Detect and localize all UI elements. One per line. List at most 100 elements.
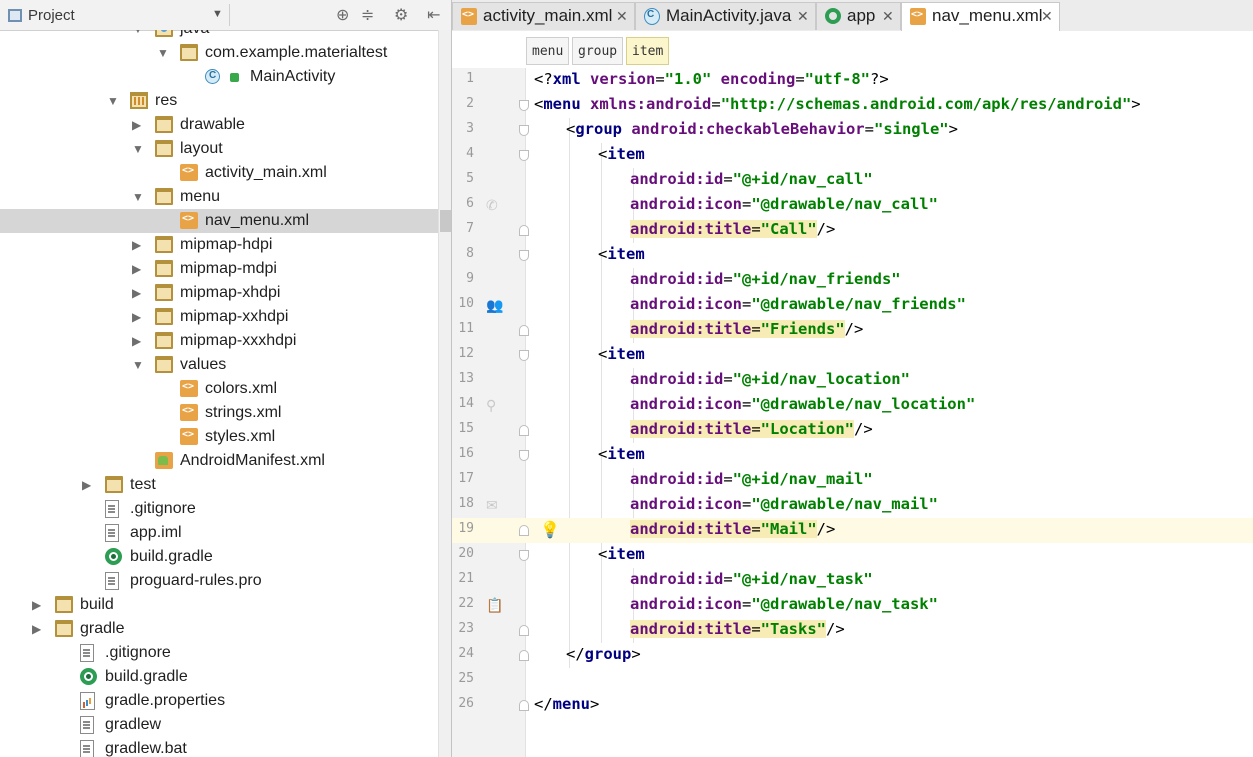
collapse-all-icon[interactable]: ≑: [361, 5, 374, 25]
chevron-right-icon[interactable]: ▶: [32, 622, 41, 636]
tree-item[interactable]: .gitignore: [0, 641, 438, 665]
tree-item[interactable]: strings.xml: [0, 401, 438, 425]
code-line[interactable]: 16 <item: [452, 443, 1253, 468]
tree-item[interactable]: ▶ mipmap-hdpi: [0, 233, 438, 257]
fold-marker-icon[interactable]: [519, 525, 529, 536]
lightbulb-icon[interactable]: 💡: [540, 520, 560, 540]
chevron-right-icon[interactable]: ▶: [132, 334, 141, 348]
fold-marker-icon[interactable]: [519, 250, 529, 261]
code-area[interactable]: 1 <?xml version="1.0" encoding="utf-8"?> 2…: [452, 68, 1253, 757]
code-line[interactable]: 23 android:title="Tasks"/>: [452, 618, 1253, 643]
tree-item[interactable]: colors.xml: [0, 377, 438, 401]
scrollbar-thumb[interactable]: [440, 210, 451, 232]
project-view-selector[interactable]: Project: [8, 5, 228, 25]
fold-marker-icon[interactable]: [519, 625, 529, 636]
code-line[interactable]: 20 <item: [452, 543, 1253, 568]
chevron-down-icon[interactable]: ▼: [157, 46, 169, 60]
hide-panel-icon[interactable]: ⇤: [427, 5, 440, 25]
fold-marker-icon[interactable]: [519, 550, 529, 561]
tree-item[interactable]: ▼ values: [0, 353, 438, 377]
tree-item[interactable]: ▼ java: [0, 30, 438, 41]
tree-item[interactable]: ▶ mipmap-xhdpi: [0, 281, 438, 305]
tab-mainactivity-java[interactable]: MainActivity.java ✕: [635, 2, 816, 30]
tree-item[interactable]: styles.xml: [0, 425, 438, 449]
tree-item[interactable]: AndroidManifest.xml: [0, 449, 438, 473]
code-line[interactable]: 17 android:id="@+id/nav_mail": [452, 468, 1253, 493]
chevron-down-icon[interactable]: ▼: [132, 30, 144, 36]
chevron-down-icon[interactable]: ▼: [212, 8, 223, 20]
code-line[interactable]: 7 android:title="Call"/>: [452, 218, 1253, 243]
close-icon[interactable]: ✕: [616, 8, 628, 25]
gear-icon[interactable]: ⚙: [394, 5, 408, 25]
code-line[interactable]: 13 android:id="@+id/nav_location": [452, 368, 1253, 393]
tree-item[interactable]: nav_menu.xml: [0, 209, 438, 233]
code-line[interactable]: 6 ✆ android:icon="@drawable/nav_call": [452, 193, 1253, 218]
fold-marker-icon[interactable]: [519, 325, 529, 336]
code-line[interactable]: 14 ⚲ android:icon="@drawable/nav_location": [452, 393, 1253, 418]
fold-marker-icon[interactable]: [519, 650, 529, 661]
code-line[interactable]: 12 <item: [452, 343, 1253, 368]
code-line[interactable]: 19 💡 android:title="Mail"/>: [452, 518, 1253, 543]
chevron-right-icon[interactable]: ▶: [132, 118, 141, 132]
fold-marker-icon[interactable]: [519, 100, 529, 111]
tree-item[interactable]: gradlew: [0, 713, 438, 737]
tree-item[interactable]: ▼ com.example.materialtest: [0, 41, 438, 65]
chevron-right-icon[interactable]: ▶: [82, 478, 91, 492]
chevron-down-icon[interactable]: ▼: [132, 142, 144, 156]
code-line[interactable]: 21 android:id="@+id/nav_task": [452, 568, 1253, 593]
tree-item[interactable]: app.iml: [0, 521, 438, 545]
chevron-right-icon[interactable]: ▶: [32, 598, 41, 612]
tab-nav-menu-xml[interactable]: nav_menu.xml✕: [901, 2, 1060, 32]
tree-item[interactable]: MainActivity: [0, 65, 438, 89]
tree-item[interactable]: ▶ gradle: [0, 617, 438, 641]
tree-item[interactable]: gradlew.bat: [0, 737, 438, 757]
close-icon[interactable]: ✕: [1041, 8, 1053, 25]
chevron-right-icon[interactable]: ▶: [132, 238, 141, 252]
tree-item[interactable]: ▼ menu: [0, 185, 438, 209]
code-line[interactable]: 24 </group>: [452, 643, 1253, 668]
breadcrumb-item[interactable]: item: [626, 37, 670, 65]
tree-item[interactable]: ▶ test: [0, 473, 438, 497]
tab-activity-main-xml[interactable]: activity_main.xml✕: [452, 2, 635, 30]
chevron-down-icon[interactable]: ▼: [132, 358, 144, 372]
chevron-right-icon[interactable]: ▶: [132, 262, 141, 276]
tree-item[interactable]: .gitignore: [0, 497, 438, 521]
chevron-down-icon[interactable]: ▼: [132, 190, 144, 204]
code-line[interactable]: 22 📋 android:icon="@drawable/nav_task": [452, 593, 1253, 618]
chevron-right-icon[interactable]: ▶: [132, 286, 141, 300]
code-line[interactable]: 9 android:id="@+id/nav_friends": [452, 268, 1253, 293]
fold-marker-icon[interactable]: [519, 425, 529, 436]
scroll-from-source-icon[interactable]: ⊕: [336, 5, 349, 25]
close-icon[interactable]: ✕: [797, 8, 809, 25]
tree-item[interactable]: ▶ drawable: [0, 113, 438, 137]
code-line[interactable]: 3 <group android:checkableBehavior="singl…: [452, 118, 1253, 143]
code-line[interactable]: 10 👥 android:icon="@drawable/nav_friends": [452, 293, 1253, 318]
code-line[interactable]: 26 </menu>: [452, 693, 1253, 718]
code-line[interactable]: 15 android:title="Location"/>: [452, 418, 1253, 443]
fold-marker-icon[interactable]: [519, 125, 529, 136]
tree-item[interactable]: ▼ res: [0, 89, 438, 113]
tree-item[interactable]: activity_main.xml: [0, 161, 438, 185]
code-line[interactable]: 2 <menu xmlns:android="http://schemas.and…: [452, 93, 1253, 118]
code-line[interactable]: 8 <item: [452, 243, 1253, 268]
code-line[interactable]: 25: [452, 668, 1253, 693]
chevron-right-icon[interactable]: ▶: [132, 310, 141, 324]
tree-item[interactable]: build.gradle: [0, 665, 438, 689]
tree-item[interactable]: ▶ mipmap-xxhdpi: [0, 305, 438, 329]
code-line[interactable]: 4 <item: [452, 143, 1253, 168]
code-line[interactable]: 18 ✉ android:icon="@drawable/nav_mail": [452, 493, 1253, 518]
code-line[interactable]: 5 android:id="@+id/nav_call": [452, 168, 1253, 193]
tree-item[interactable]: ▼ layout: [0, 137, 438, 161]
breadcrumb-group[interactable]: group: [572, 37, 624, 65]
tree-item[interactable]: proguard-rules.pro: [0, 569, 438, 593]
tree-item[interactable]: ▶ mipmap-xxxhdpi: [0, 329, 438, 353]
fold-marker-icon[interactable]: [519, 225, 529, 236]
fold-marker-icon[interactable]: [519, 150, 529, 161]
code-line[interactable]: 1 <?xml version="1.0" encoding="utf-8"?>: [452, 68, 1253, 93]
tree-item[interactable]: build.gradle: [0, 545, 438, 569]
fold-marker-icon[interactable]: [519, 700, 529, 711]
fold-marker-icon[interactable]: [519, 450, 529, 461]
fold-marker-icon[interactable]: [519, 350, 529, 361]
code-line[interactable]: 11 android:title="Friends"/>: [452, 318, 1253, 343]
tab-app[interactable]: app ✕: [816, 2, 901, 30]
